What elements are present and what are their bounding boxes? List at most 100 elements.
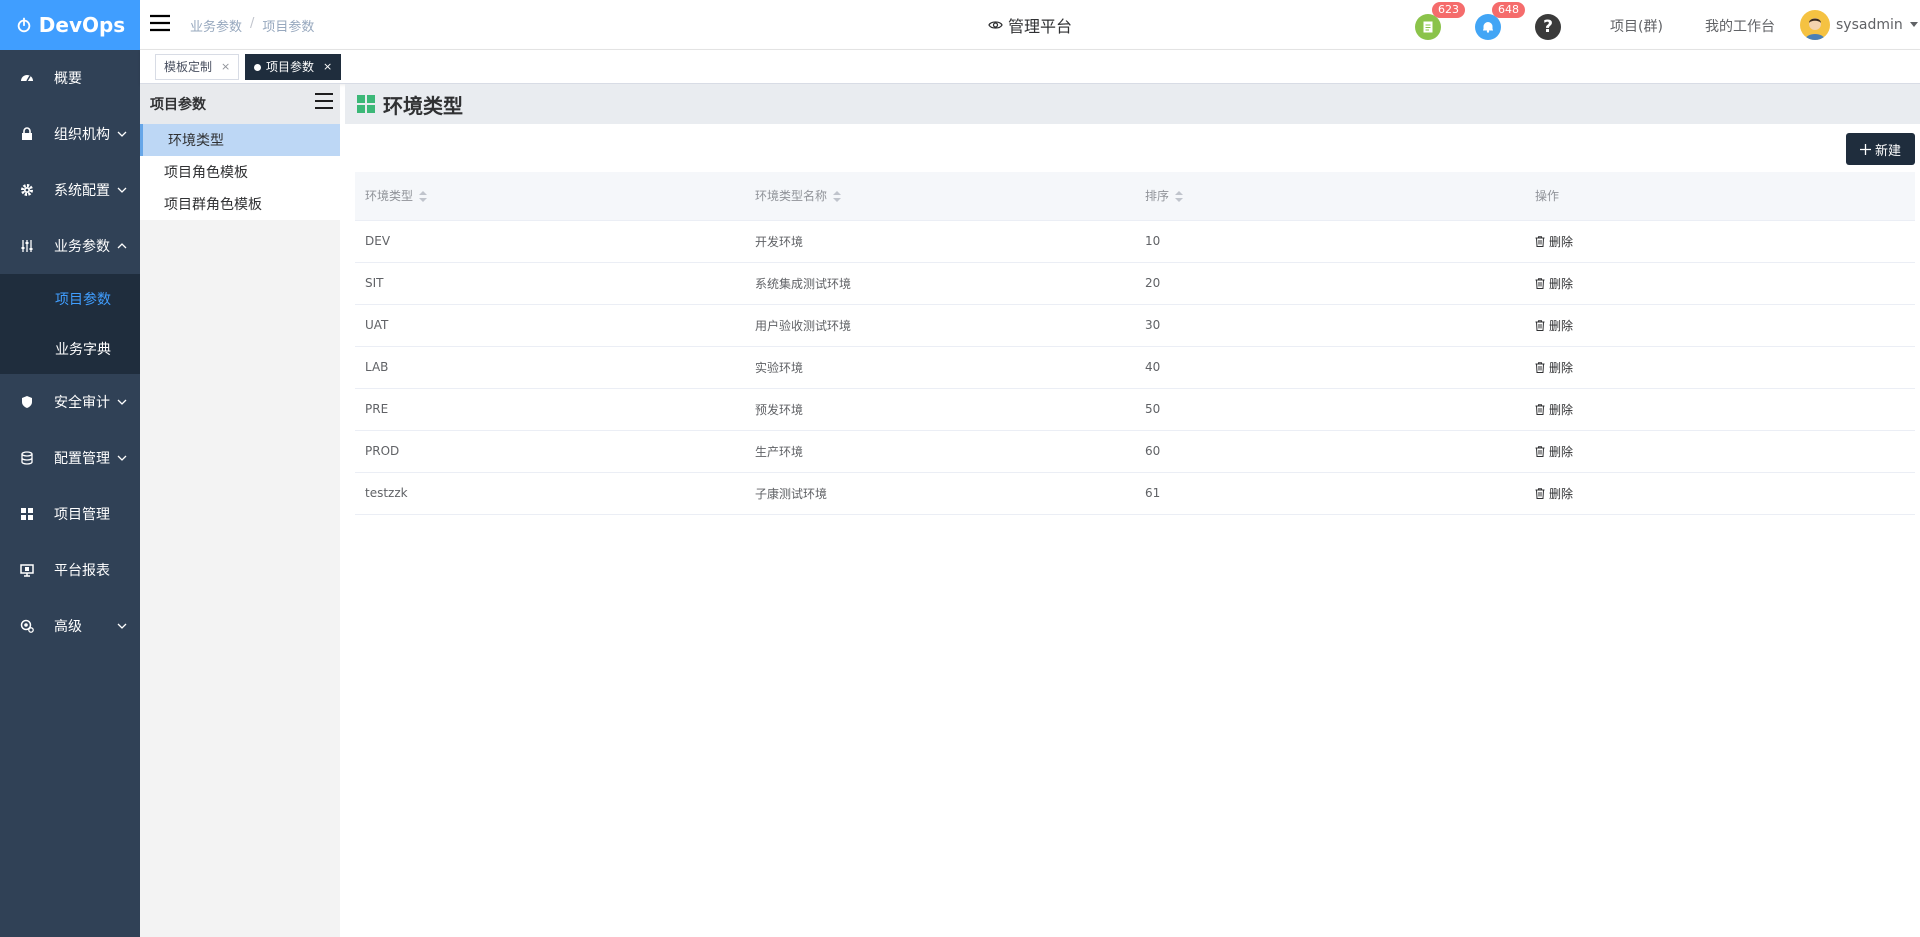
cell-env-name: 实验环境 [745, 346, 1135, 389]
cell-env-type: PRE [355, 388, 745, 431]
cell-actions: 删除 [1525, 388, 1915, 431]
sidebar-subitem-biz-dict[interactable]: 业务字典 [0, 324, 140, 374]
breadcrumb-item-bizparams[interactable]: 业务参数 [190, 16, 242, 35]
cell-order: 61 [1135, 472, 1525, 515]
column-header-label: 排序 [1145, 189, 1170, 204]
delete-button[interactable]: 删除 [1535, 485, 1573, 502]
cell-actions: 删除 [1525, 346, 1915, 389]
panel-item-group-role-template[interactable]: 项目群角色模板 [140, 188, 340, 220]
panel-header: 项目参数 [140, 84, 340, 124]
table-row: PROD 生产环境 60 删除 [355, 430, 1915, 473]
new-button[interactable]: 新建 [1845, 133, 1915, 165]
sort-icon[interactable] [1175, 190, 1184, 203]
cell-env-name: 用户验收测试环境 [745, 304, 1135, 347]
cell-order: 60 [1135, 430, 1525, 473]
document-icon [1423, 21, 1433, 33]
trash-icon [1535, 487, 1545, 499]
column-header-env-type[interactable]: 环境类型 [355, 172, 745, 221]
sidebar-item-overview[interactable]: 概要 [0, 50, 140, 106]
sort-icon[interactable] [833, 190, 842, 203]
breadcrumb: 业务参数 / 项目参数 [190, 16, 314, 35]
delete-label: 删除 [1549, 486, 1574, 501]
sidebar-item-sysconfig[interactable]: 系统配置 [0, 162, 140, 218]
trash-icon [1535, 403, 1545, 415]
lock-icon [20, 127, 34, 141]
chevron-down-icon [117, 455, 127, 461]
sidebar-item-org[interactable]: 组织机构 [0, 106, 140, 162]
sidebar-item-security[interactable]: 安全审计 [0, 374, 140, 430]
panel-menu-icon[interactable] [314, 92, 334, 110]
grid-icon [357, 95, 375, 113]
sidebar-item-reports[interactable]: 平台报表 [0, 542, 140, 598]
sidebar: DevOps 概要 组织机构 系统配置 业务参数 项目参数 业务字典 安全审计 … [0, 0, 140, 937]
help-button[interactable]: ? [1535, 14, 1561, 40]
delete-button[interactable]: 删除 [1535, 443, 1573, 460]
table-body: DEV 开发环境 10 删除 SIT 系统集成测试环境 20 删除 UAT 用户… [355, 220, 1915, 515]
tag-template-custom[interactable]: 模板定制 × [155, 54, 240, 80]
sidebar-item-projmgmt[interactable]: 项目管理 [0, 486, 140, 542]
sidebar-menu: 概要 组织机构 系统配置 业务参数 项目参数 业务字典 安全审计 配置管理 项目… [0, 50, 140, 654]
project-group-link[interactable]: 项目(群) [1610, 16, 1663, 36]
delete-button[interactable]: 删除 [1535, 317, 1573, 334]
delete-button[interactable]: 删除 [1535, 401, 1573, 418]
column-header-label: 操作 [1535, 189, 1560, 204]
delete-label: 删除 [1549, 318, 1574, 333]
table-row: SIT 系统集成测试环境 20 删除 [355, 262, 1915, 305]
notification-button[interactable]: 648 [1475, 2, 1525, 40]
sidebar-item-advanced[interactable]: 高级 [0, 598, 140, 654]
hamburger-menu-icon[interactable] [150, 14, 170, 32]
gear-icon [20, 183, 34, 197]
advanced-icon [20, 619, 34, 633]
delete-button[interactable]: 删除 [1535, 359, 1573, 376]
table-row: LAB 实验环境 40 删除 [355, 346, 1915, 389]
sort-icon[interactable] [419, 190, 428, 203]
eye-icon [988, 21, 1003, 29]
tag-label: 项目参数 [266, 60, 315, 74]
cell-env-name: 生产环境 [745, 430, 1135, 473]
platform-switch[interactable]: 管理平台 [988, 13, 1072, 37]
username: sysadmin [1836, 17, 1903, 33]
cell-env-type: SIT [355, 262, 745, 305]
todo-doc-button[interactable]: 623 [1415, 2, 1465, 40]
column-header-env-name[interactable]: 环境类型名称 [745, 172, 1135, 221]
column-header-label: 环境类型名称 [755, 189, 828, 204]
sidebar-item-label: 高级 [54, 619, 82, 635]
cell-order: 50 [1135, 388, 1525, 431]
tag-project-params[interactable]: 项目参数 × [245, 54, 342, 80]
chevron-down-icon [117, 399, 127, 405]
user-menu[interactable]: sysadmin [1800, 10, 1919, 40]
breadcrumb-separator: / [250, 16, 255, 31]
monitor-icon [20, 563, 34, 577]
cell-env-name: 预发环境 [745, 388, 1135, 431]
sidebar-item-bizparams[interactable]: 业务参数 [0, 218, 140, 274]
main-content: 新建 环境类型 环境类型名称 排序 操作 DEV 开发环境 10 删除 SIT … [345, 124, 1920, 937]
cell-order: 20 [1135, 262, 1525, 305]
sidebar-item-configmgmt[interactable]: 配置管理 [0, 430, 140, 486]
my-workbench-link[interactable]: 我的工作台 [1705, 16, 1775, 36]
trash-icon [1535, 445, 1545, 457]
cell-env-type: UAT [355, 304, 745, 347]
sidebar-subitem-project-params[interactable]: 项目参数 [0, 274, 140, 324]
close-icon[interactable]: × [221, 55, 230, 79]
sidebar-item-label: 系统配置 [54, 183, 110, 199]
chevron-down-icon [117, 187, 127, 193]
cell-env-name: 系统集成测试环境 [745, 262, 1135, 305]
cell-actions: 删除 [1525, 304, 1915, 347]
chevron-down-icon [117, 623, 127, 629]
devops-logo-icon [17, 17, 31, 33]
logo-text: DevOps [38, 13, 126, 37]
panel-item-env-type[interactable]: 环境类型 [140, 124, 340, 156]
close-icon[interactable]: × [323, 55, 332, 79]
chevron-up-icon [117, 243, 127, 249]
cell-env-name: 子康测试环境 [745, 472, 1135, 515]
table-row: DEV 开发环境 10 删除 [355, 220, 1915, 263]
cell-env-type: DEV [355, 220, 745, 263]
delete-button[interactable]: 删除 [1535, 233, 1573, 250]
logo[interactable]: DevOps [0, 0, 140, 50]
column-header-order[interactable]: 排序 [1135, 172, 1525, 221]
sidebar-item-label: 配置管理 [54, 451, 110, 467]
panel-item-project-role-template[interactable]: 项目角色模板 [140, 156, 340, 188]
delete-label: 删除 [1549, 360, 1574, 375]
trash-icon [1535, 235, 1545, 247]
delete-button[interactable]: 删除 [1535, 275, 1573, 292]
